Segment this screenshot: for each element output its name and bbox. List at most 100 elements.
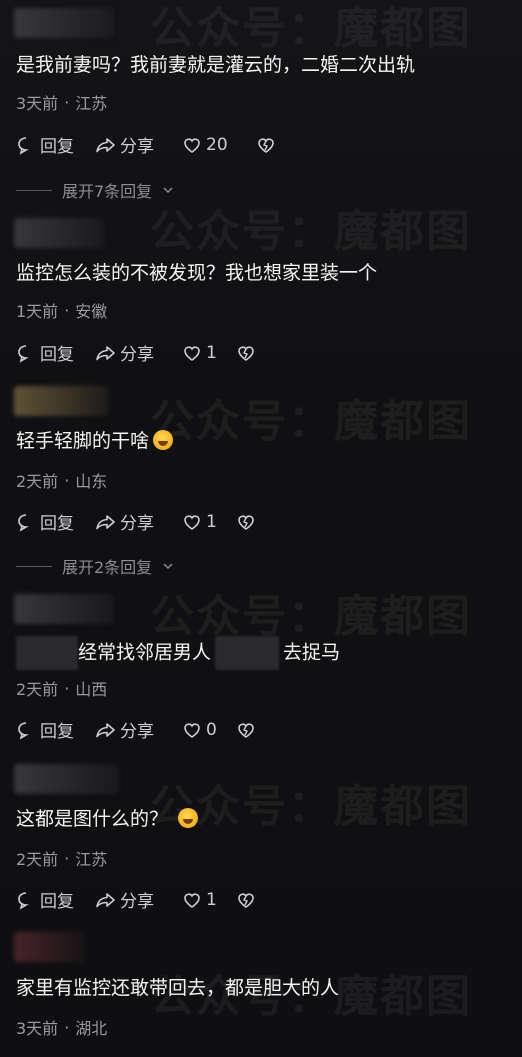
- comment-time: 3天前: [16, 1019, 59, 1038]
- action-bar: 回复 分享 0: [16, 717, 256, 742]
- separator: ·: [64, 1017, 70, 1037]
- dislike-button[interactable]: [236, 720, 256, 740]
- dislike-button[interactable]: [236, 512, 256, 532]
- separator: ·: [64, 300, 70, 320]
- share-button[interactable]: 分享: [96, 340, 182, 365]
- laughing-emoji-icon: [178, 808, 199, 828]
- separator: ·: [64, 470, 70, 490]
- share-icon: [96, 345, 115, 360]
- share-button[interactable]: 分享: [96, 717, 182, 742]
- heart-icon: [184, 345, 200, 361]
- separator: ·: [64, 678, 70, 698]
- share-button[interactable]: 分享: [96, 887, 182, 912]
- action-bar: 回复 分享 20: [16, 132, 276, 157]
- comment-time: 2天前: [16, 472, 59, 491]
- like-button[interactable]: 0: [182, 720, 236, 740]
- like-count: 1: [206, 889, 217, 910]
- broken-heart-icon: [238, 514, 254, 530]
- reply-button[interactable]: 回复: [16, 340, 96, 365]
- comment-location: 山西: [75, 680, 108, 699]
- comment-text: 监控怎么装的不被发现？我也想家里装一个: [16, 262, 378, 284]
- comment-text: 轻手轻脚的干啥: [16, 428, 174, 454]
- share-button[interactable]: 分享: [96, 132, 182, 157]
- dislike-button[interactable]: [236, 890, 256, 910]
- comment-time: 1天前: [16, 302, 59, 321]
- comment-meta: 3天前 · 江苏: [16, 90, 107, 114]
- broken-heart-icon: [258, 137, 274, 153]
- separator: ·: [64, 848, 70, 868]
- dislike-button[interactable]: [236, 343, 256, 363]
- broken-heart-icon: [238, 345, 254, 361]
- reply-icon: [18, 513, 29, 532]
- comment-text: 是我前妻吗？我前妻就是灌云的，二婚二次出轨: [16, 54, 416, 76]
- dislike-button[interactable]: [256, 135, 276, 155]
- share-button[interactable]: 分享: [96, 509, 182, 534]
- watermark: 公众号：魔都图: [150, 591, 472, 642]
- expand-replies[interactable]: 展开7条回复: [16, 178, 174, 202]
- like-button[interactable]: 1: [182, 343, 236, 363]
- share-icon: [96, 892, 115, 907]
- action-bar: 回复 分享 1: [16, 509, 256, 534]
- comment-time: 3天前: [16, 94, 59, 113]
- comment-meta: 2天前 · 山西: [16, 676, 107, 700]
- comment-meta: 2天前 · 山东: [16, 468, 107, 492]
- comment-location: 安徽: [75, 302, 108, 321]
- redacted-text: [215, 636, 280, 670]
- avatar[interactable]: [14, 764, 119, 794]
- divider: [16, 189, 52, 191]
- comment-text: 经常找邻居男人 去捉马: [16, 636, 340, 670]
- like-button[interactable]: 1: [182, 890, 236, 910]
- broken-heart-icon: [238, 892, 254, 908]
- divider: [16, 565, 52, 567]
- redacted-text: [16, 636, 78, 670]
- heart-icon: [184, 892, 200, 908]
- like-count: 1: [206, 342, 217, 363]
- like-count: 0: [206, 719, 217, 740]
- avatar[interactable]: [14, 8, 114, 38]
- comment-meta: 1天前 · 安徽: [16, 298, 107, 322]
- watermark: 公众号：魔都图: [150, 3, 472, 54]
- reply-button[interactable]: 回复: [16, 887, 96, 912]
- broken-heart-icon: [238, 722, 254, 738]
- comment-meta: 3天前 · 湖北: [16, 1015, 107, 1039]
- share-icon: [96, 514, 115, 529]
- avatar[interactable]: [14, 386, 109, 416]
- reply-icon: [18, 721, 29, 740]
- comment-text: 家里有监控还敢带回去，都是胆大的人: [16, 977, 340, 999]
- like-count: 20: [206, 134, 228, 155]
- reply-button[interactable]: 回复: [16, 717, 96, 742]
- reply-icon: [18, 891, 29, 910]
- avatar[interactable]: [14, 932, 84, 962]
- avatar[interactable]: [14, 218, 104, 248]
- comment-location: 湖北: [75, 1019, 108, 1038]
- action-bar: 回复 分享 1: [16, 887, 256, 912]
- reply-icon: [18, 344, 29, 363]
- heart-icon: [184, 514, 200, 530]
- like-button[interactable]: 1: [182, 512, 236, 532]
- watermark: 公众号：魔都图: [150, 396, 472, 447]
- comment-time: 2天前: [16, 850, 59, 869]
- share-icon: [96, 722, 115, 737]
- expand-replies[interactable]: 展开2条回复: [16, 554, 174, 578]
- reply-button[interactable]: 回复: [16, 509, 96, 534]
- avatar[interactable]: [14, 594, 114, 624]
- heart-icon: [184, 722, 200, 738]
- comment-feed: 公众号：魔都图 公众号：魔都图 公众号：魔都图 公众号：魔都图 公众号：魔都图 …: [0, 0, 522, 1057]
- share-icon: [96, 137, 115, 152]
- like-button[interactable]: 20: [182, 135, 256, 155]
- reply-button[interactable]: 回复: [16, 132, 96, 157]
- comment-location: 山东: [75, 472, 108, 491]
- comment-text: 这都是图什么的？: [16, 806, 199, 832]
- separator: ·: [64, 92, 70, 112]
- comment-location: 江苏: [75, 94, 108, 113]
- watermark: 公众号：魔都图: [150, 781, 472, 832]
- watermark: 公众号：魔都图: [150, 206, 472, 257]
- like-count: 1: [206, 511, 217, 532]
- heart-icon: [184, 137, 200, 153]
- action-bar: 回复 分享 1: [16, 340, 256, 365]
- reply-icon: [18, 136, 29, 155]
- comment-location: 江苏: [75, 850, 108, 869]
- laughing-emoji-icon: [153, 430, 174, 450]
- chevron-down-icon: [163, 187, 173, 193]
- comment-meta: 2天前 · 江苏: [16, 846, 107, 870]
